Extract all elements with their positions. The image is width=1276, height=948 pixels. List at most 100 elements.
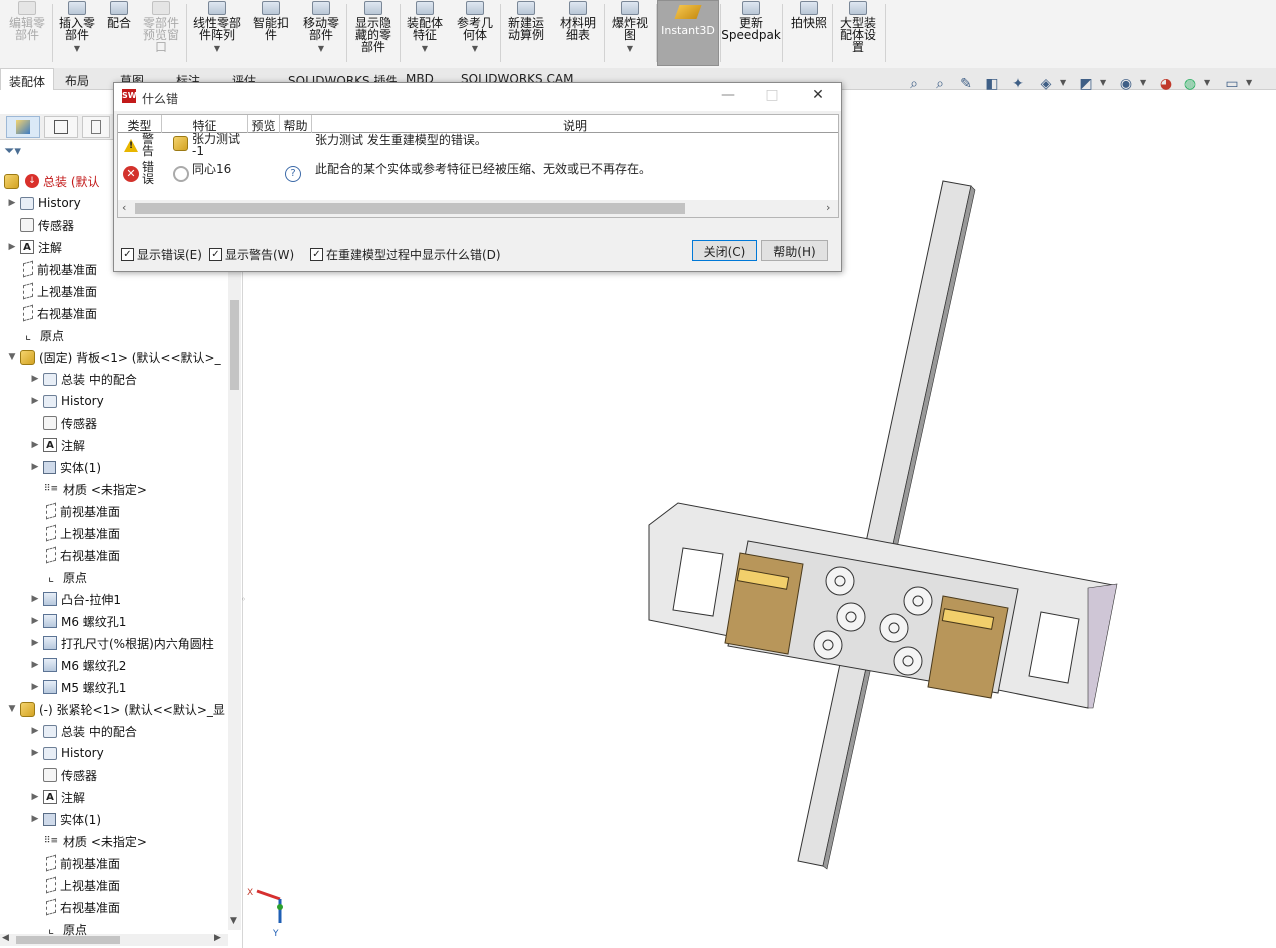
scrollbar-thumb[interactable] [135, 203, 685, 214]
tree-item[interactable]: 右视基准面 [29, 896, 257, 918]
tree-item[interactable]: ▶ 实体(1) [29, 808, 257, 830]
dialog-title-bar[interactable]: SW 什么错 — □ ✕ [114, 83, 841, 111]
expand-toggle-icon[interactable]: ▶ [29, 748, 41, 758]
section-view-icon[interactable]: ◧ [982, 74, 1002, 94]
view-settings-icon[interactable]: ▭ [1222, 74, 1242, 94]
expand-toggle-icon[interactable]: ▶ [29, 792, 41, 802]
show-during-rebuild-checkbox[interactable]: ✓ 在重建模型过程中显示什么错(D) [310, 246, 501, 263]
dynamic-annotation-icon[interactable]: ✦ [1008, 74, 1028, 94]
tab-0[interactable]: 装配体 [0, 68, 55, 90]
apply-scene-icon[interactable]: ◍ [1180, 74, 1200, 94]
insert-component-button[interactable]: 插入零 部件 ▼ [54, 0, 100, 66]
tree-item[interactable]: ▼ (-) 张紧轮<1> (默认<<默认>_显 [6, 698, 234, 720]
tree-item[interactable]: ▶ 凸台-拉伸1 [29, 588, 257, 610]
tree-item[interactable]: ▶ 总装 中的配合 [29, 368, 257, 390]
tree-item[interactable]: ▶ A 注解 [29, 786, 257, 808]
expand-toggle-icon[interactable]: ▶ [29, 814, 41, 824]
component-preview-button[interactable]: 零部件 预览窗 口 [138, 0, 184, 66]
tree-item[interactable]: 右视基准面 [29, 544, 257, 566]
show-hidden-button[interactable]: 显示隐 藏的零 部件 [350, 0, 396, 66]
chevron-down-icon[interactable]: ▼ [74, 43, 80, 55]
tree-item[interactable]: ⌞ 原点 [29, 918, 257, 940]
tree-item[interactable]: ▶ M6 螺纹孔2 [29, 654, 257, 676]
error-list-horizontal-scrollbar[interactable]: ‹ › [118, 200, 838, 217]
tree-item[interactable]: 传感器 [29, 412, 257, 434]
zoom-to-area-icon[interactable]: ⌕ [930, 74, 950, 94]
linear-pattern-button[interactable]: 线性零部 件阵列 ▼ [188, 0, 246, 66]
show-errors-checkbox[interactable]: ✓ 显示错误(E) [121, 246, 202, 263]
tree-item[interactable]: ⌞ 原点 [29, 566, 257, 588]
tree-item[interactable]: ▼ (固定) 背板<1> (默认<<默认>_ [6, 346, 234, 368]
exploded-view-button[interactable]: 爆炸视 图 ▼ [606, 0, 654, 66]
column-header-feature[interactable]: 特征 [162, 115, 248, 133]
take-snapshot-button[interactable]: 拍快照 [784, 0, 834, 66]
expand-toggle-icon[interactable]: ▶ [29, 638, 41, 648]
error-row-error[interactable]: ✕ 错 误 同心16 ? 此配合的某个实体或参考特征已经被压缩、无效或已不再存在… [118, 161, 838, 189]
tree-item[interactable]: ⌞ 原点 [6, 324, 234, 346]
edit-component-button[interactable]: 编辑零 部件 [4, 0, 50, 66]
tree-item[interactable]: ▶ M6 螺纹孔1 [29, 610, 257, 632]
tree-item[interactable]: ▶ History [29, 390, 257, 412]
expand-toggle-icon[interactable]: ▶ [29, 682, 41, 692]
feature-manager-tab[interactable] [6, 116, 40, 138]
expand-toggle-icon[interactable]: ▼ [6, 352, 18, 362]
mate-button[interactable]: 配合 [102, 0, 136, 66]
view-orientation-icon[interactable]: ◈ [1036, 74, 1056, 94]
configuration-manager-tab[interactable] [82, 116, 110, 138]
chevron-down-icon[interactable]: ▼ [1204, 78, 1210, 87]
zoom-to-fit-icon[interactable]: ⌕ [904, 74, 924, 94]
assembly-features-button[interactable]: 装配体 特征 ▼ [402, 0, 448, 66]
column-header-preview[interactable]: 预览 [248, 115, 280, 133]
tree-item[interactable]: ▶ 总装 中的配合 [29, 720, 257, 742]
tree-item[interactable]: ▶ History [29, 742, 257, 764]
expand-toggle-icon[interactable]: ▶ [29, 660, 41, 670]
large-assembly-button[interactable]: 大型装 配体设 置 [834, 0, 882, 66]
expand-toggle-icon[interactable]: ▶ [29, 440, 41, 450]
help-question-icon[interactable]: ? [285, 166, 301, 182]
scroll-left-arrow-icon[interactable]: ‹ [122, 201, 126, 214]
tree-item[interactable]: ▶ M5 螺纹孔1 [29, 676, 257, 698]
tree-item[interactable]: ▶ 实体(1) [29, 456, 257, 478]
column-header-help[interactable]: 帮助 [280, 115, 312, 133]
chevron-down-icon[interactable]: ▼ [1140, 78, 1146, 87]
reference-geometry-button[interactable]: 参考几 何体 ▼ [452, 0, 498, 66]
tree-item[interactable]: 前视基准面 [29, 500, 257, 522]
hide-show-items-icon[interactable]: ◉ [1116, 74, 1136, 94]
tree-item[interactable]: 右视基准面 [6, 302, 234, 324]
chevron-down-icon[interactable]: ▼ [422, 43, 428, 55]
scroll-right-arrow-icon[interactable]: › [826, 201, 830, 214]
error-row-warning[interactable]: ! 警 告 张力测试 -1 张力测试 发生重建模型的错误。 [118, 133, 838, 161]
expand-toggle-icon[interactable]: ▶ [29, 594, 41, 604]
tree-item[interactable]: ▶ 打孔尺寸(%根据)内六角圆柱 [29, 632, 257, 654]
tree-item[interactable]: 上视基准面 [6, 280, 234, 302]
scroll-left-arrow-icon[interactable]: ◀ [2, 933, 9, 943]
filter-icon[interactable]: ⏷▾ [4, 144, 21, 159]
update-speedpak-button[interactable]: 更新 Speedpak [721, 0, 781, 66]
help-button[interactable]: 帮助(H) [761, 240, 828, 261]
instant3d-button[interactable]: Instant3D [657, 0, 719, 66]
tree-item[interactable]: 传感器 [29, 764, 257, 786]
expand-toggle-icon[interactable]: ▶ [29, 374, 41, 384]
edit-appearance-icon[interactable]: ◕ [1156, 74, 1176, 94]
tab-1[interactable]: 布局 [57, 68, 97, 90]
show-warnings-checkbox[interactable]: ✓ 显示警告(W) [209, 246, 294, 263]
expand-toggle-icon[interactable]: ▶ [6, 198, 18, 208]
move-component-button[interactable]: 移动零 部件 ▼ [298, 0, 344, 66]
chevron-down-icon[interactable]: ▼ [1246, 78, 1252, 87]
tree-item[interactable]: 上视基准面 [29, 874, 257, 896]
display-style-icon[interactable]: ◩ [1076, 74, 1096, 94]
expand-toggle-icon[interactable]: ▶ [29, 462, 41, 472]
expand-toggle-icon[interactable]: ▶ [29, 396, 41, 406]
chevron-down-icon[interactable]: ▼ [627, 43, 633, 55]
new-motion-study-button[interactable]: 新建运 动算例 [502, 0, 550, 66]
bill-of-materials-button[interactable]: 材料明 细表 [554, 0, 602, 66]
expand-toggle-icon[interactable]: ▶ [29, 616, 41, 626]
minimize-icon[interactable]: — [713, 87, 743, 107]
chevron-down-icon[interactable]: ▼ [1060, 78, 1066, 87]
smart-fasteners-button[interactable]: 智能扣 件 [248, 0, 294, 66]
column-header-type[interactable]: 类型 [118, 115, 162, 133]
property-manager-tab[interactable] [44, 116, 78, 138]
tree-item[interactable]: 前视基准面 [29, 852, 257, 874]
chevron-down-icon[interactable]: ▼ [214, 43, 220, 55]
chevron-down-icon[interactable]: ▼ [318, 43, 324, 55]
